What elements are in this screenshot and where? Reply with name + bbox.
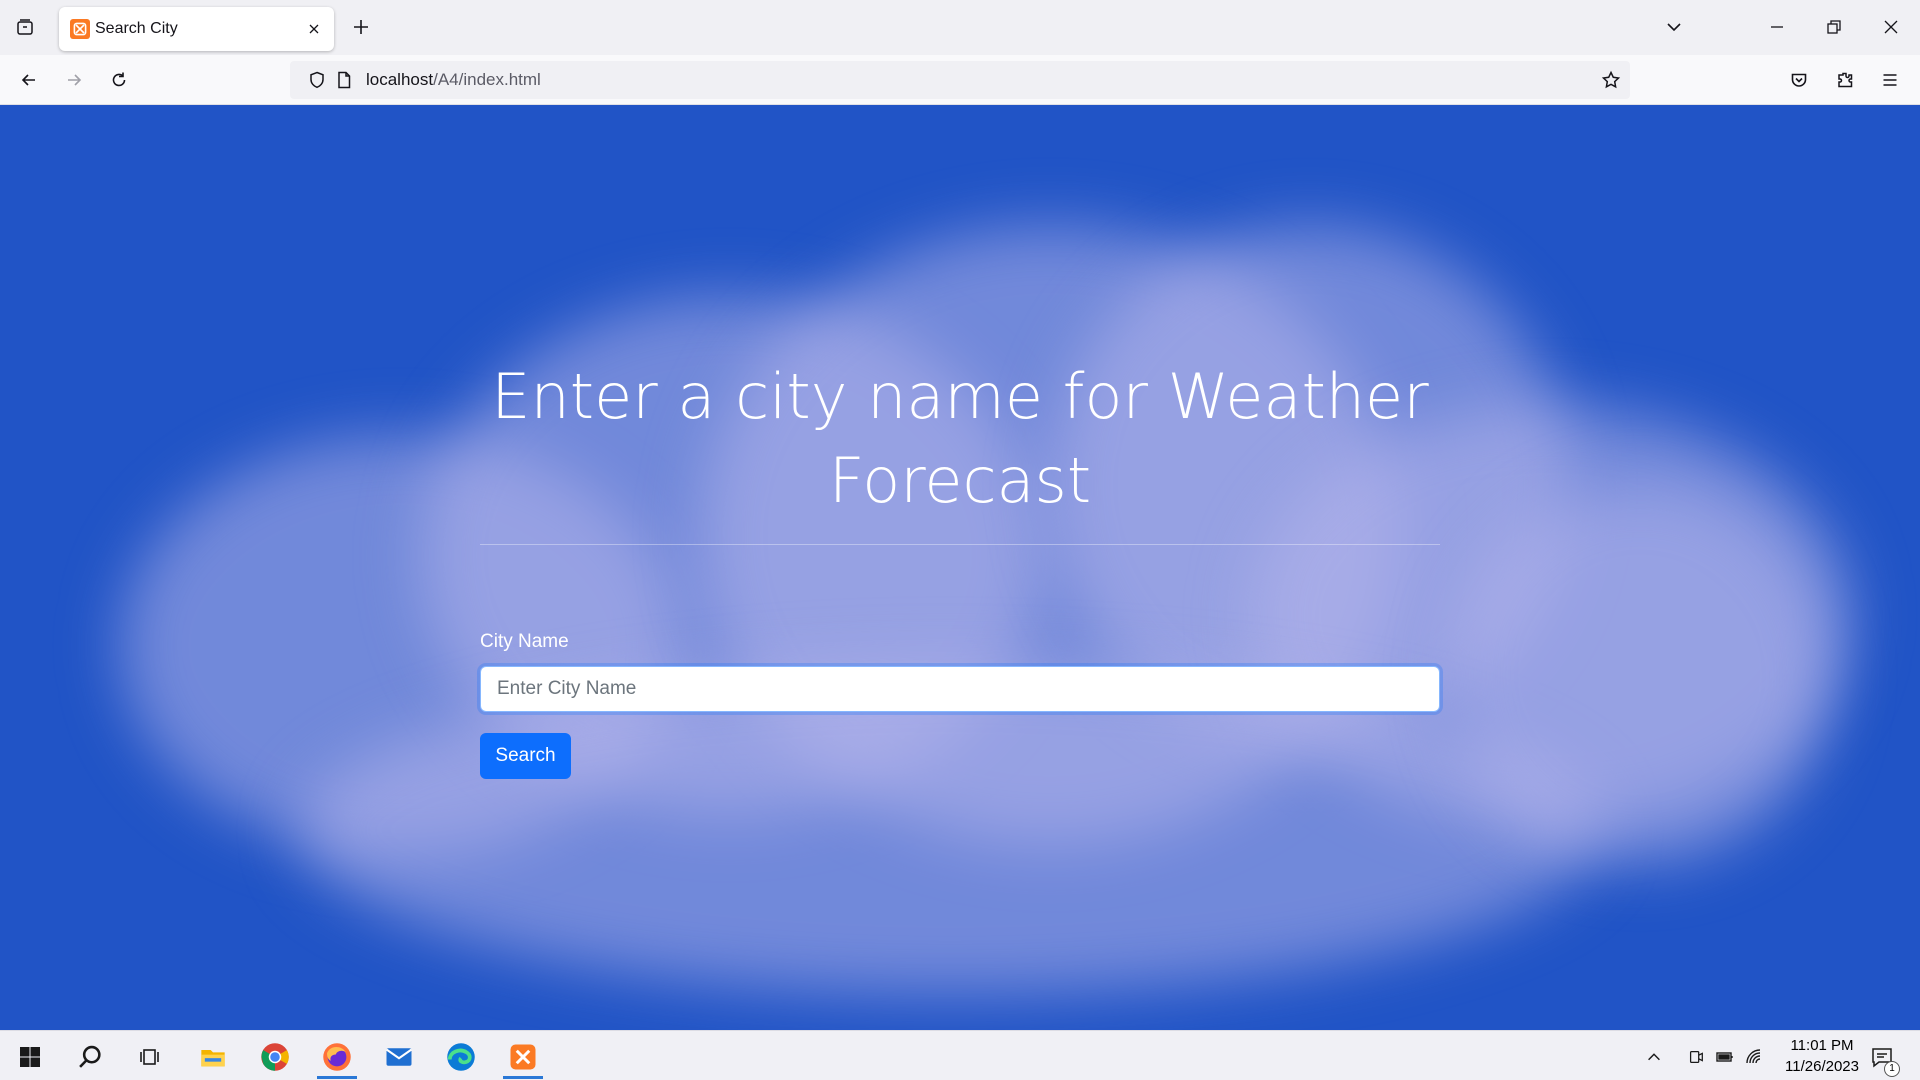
city-name-input[interactable] (480, 666, 1440, 712)
search-icon[interactable] (64, 1035, 116, 1079)
notification-center-icon[interactable]: 1 (1862, 1035, 1902, 1079)
url-host: localhost (366, 70, 434, 89)
app-menu-icon[interactable] (1872, 62, 1908, 98)
file-explorer-icon[interactable] (187, 1035, 239, 1079)
start-icon[interactable] (4, 1035, 56, 1079)
tab-search-city[interactable]: Search City (59, 7, 334, 51)
list-all-tabs-icon[interactable] (1656, 9, 1692, 45)
title-divider (480, 544, 1440, 545)
meet-now-icon[interactable] (1680, 1035, 1712, 1079)
restore-icon[interactable] (1816, 9, 1852, 45)
url-bar[interactable]: localhost/A4/index.html (290, 61, 1630, 99)
tab-strip: Search City (0, 0, 1920, 55)
firefox-icon[interactable] (311, 1035, 363, 1079)
url-text: localhost/A4/index.html (366, 70, 541, 90)
battery-icon[interactable] (1709, 1035, 1741, 1079)
new-tab-icon[interactable] (343, 9, 379, 45)
xampp-favicon-icon (70, 19, 90, 39)
mail-icon[interactable] (373, 1035, 425, 1079)
task-view-icon[interactable] (124, 1035, 176, 1079)
edge-icon[interactable] (435, 1035, 487, 1079)
bookmark-star-icon[interactable] (1593, 62, 1629, 98)
nav-toolbar: localhost/A4/index.html (0, 55, 1920, 105)
city-name-label: City Name (480, 631, 569, 652)
forward-icon[interactable] (56, 62, 92, 98)
tab-list-icon[interactable] (7, 9, 43, 45)
close-window-icon[interactable] (1873, 9, 1909, 45)
url-path: /A4/index.html (433, 70, 541, 89)
search-button[interactable]: Search (480, 733, 571, 779)
back-icon[interactable] (11, 62, 47, 98)
chrome-icon[interactable] (249, 1035, 301, 1079)
xampp-icon[interactable] (497, 1035, 549, 1079)
page-viewport: Enter a city name for Weather Forecast C… (0, 105, 1920, 1030)
notification-count-badge: 1 (1884, 1061, 1900, 1077)
minimize-icon[interactable] (1759, 9, 1795, 45)
tab-close-icon[interactable] (300, 15, 328, 43)
page-title: Enter a city name for Weather Forecast (491, 360, 1429, 517)
extensions-icon[interactable] (1827, 62, 1863, 98)
pocket-icon[interactable] (1781, 62, 1817, 98)
reload-icon[interactable] (101, 62, 137, 98)
page-icon (326, 62, 362, 98)
taskbar: 11:01 PM 11/26/2023 1 (0, 1030, 1920, 1080)
tab-title: Search City (95, 20, 178, 37)
show-hidden-icons-icon[interactable] (1638, 1035, 1670, 1079)
